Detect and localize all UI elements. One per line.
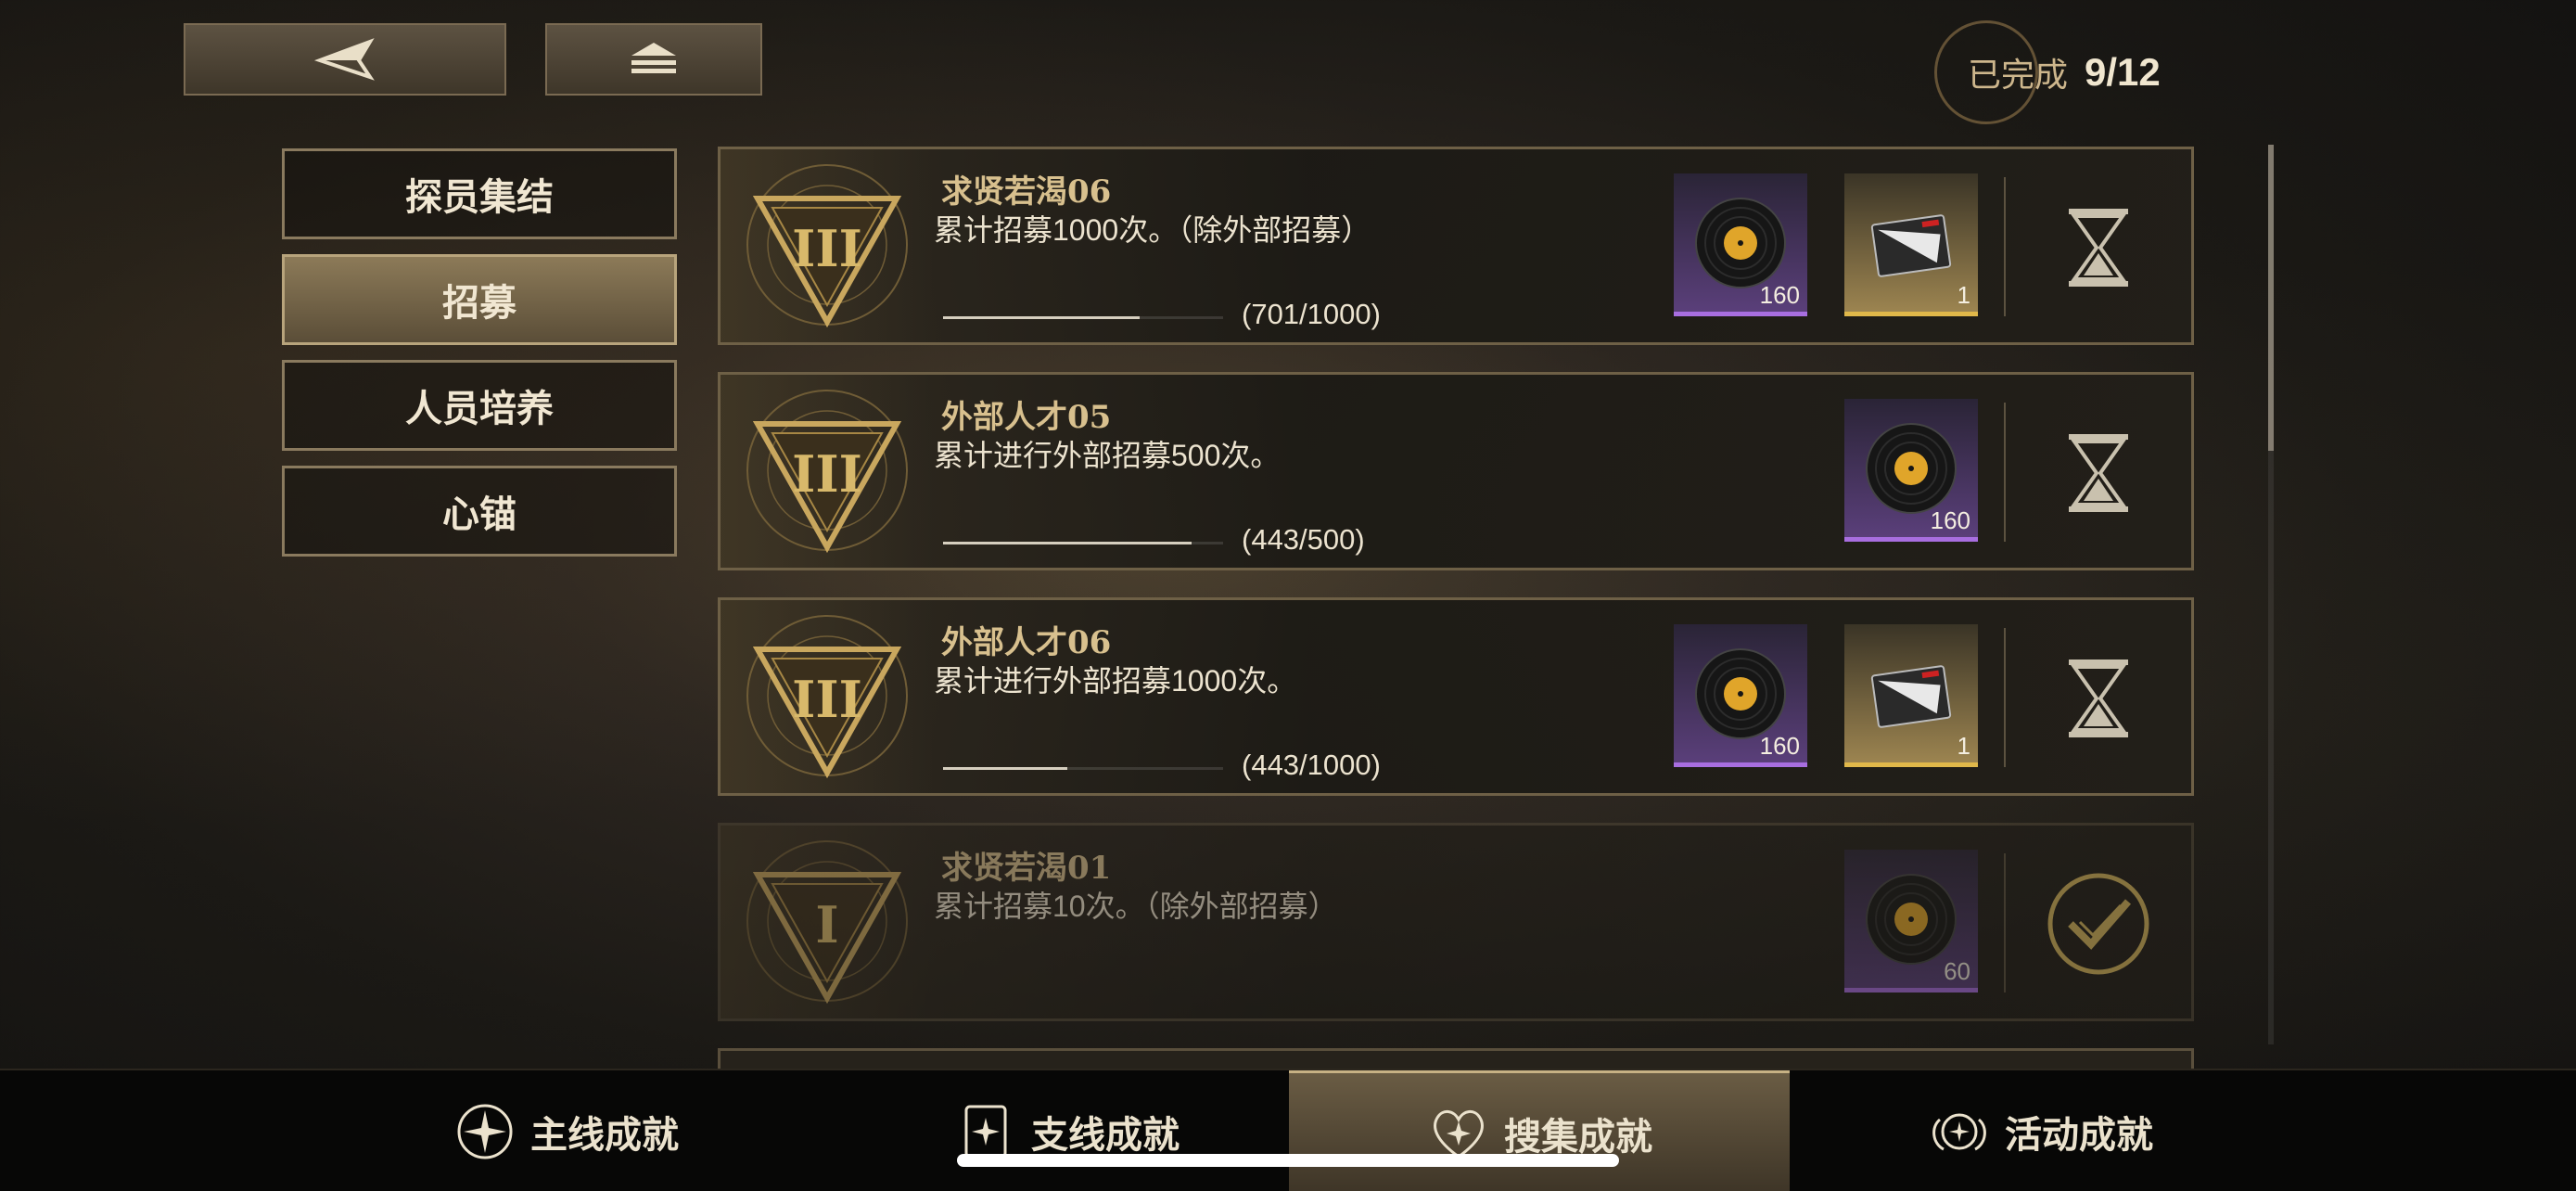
achievement-title: 外部人才06: [941, 624, 1112, 661]
vinyl-record-icon: [1866, 873, 1957, 965]
progress-bar: [943, 316, 1223, 319]
reward-item[interactable]: 160: [1674, 624, 1807, 767]
home-button[interactable]: [545, 23, 762, 96]
achievement-card[interactable]: I 求贤若渴01 累计招募10次。（除外部招募） 60: [718, 823, 2194, 1021]
progress-fill: [943, 542, 1192, 544]
achievement-card[interactable]: III 求贤若渴06 累计招募1000次。（除外部招募） (701/1000) 160 1: [718, 147, 2194, 345]
pending-status: [2034, 183, 2163, 313]
progress-bar: [943, 542, 1223, 544]
progress-bar: [943, 767, 1223, 770]
ticket-card-icon: [1870, 664, 1952, 728]
emblem-panel: III: [721, 149, 934, 342]
progress-count: (443/1000): [1242, 749, 1381, 781]
category-label: 探员集结: [405, 175, 554, 219]
reward-item[interactable]: 60: [1844, 850, 1978, 992]
tab-main-achievements[interactable]: 主线成就: [315, 1070, 816, 1191]
category-recruit[interactable]: 招募: [282, 254, 677, 345]
achievement-description: 累计招募10次。（除外部招募）: [934, 890, 1338, 923]
pending-status: [2034, 408, 2163, 538]
tab-label: 主线成就: [530, 1113, 679, 1157]
hourglass-icon: [2069, 434, 2128, 512]
scrollbar[interactable]: [2268, 145, 2274, 1044]
category-agent-assembly[interactable]: 探员集结: [282, 148, 677, 239]
bottom-nav: 主线成就 支线成就 搜集成就 活动成就: [0, 1069, 2576, 1191]
tier-numeral: III: [792, 670, 862, 729]
progress-count: (701/1000): [1242, 298, 1381, 330]
reward-quantity: 1: [1957, 281, 1970, 309]
pending-status: [2034, 634, 2163, 763]
hourglass-icon: [2069, 209, 2128, 287]
reward-list: 160: [1844, 399, 1978, 542]
reward-item[interactable]: 160: [1674, 173, 1807, 316]
tab-side-achievements[interactable]: 支线成就: [816, 1070, 1317, 1191]
reward-list: 160 1: [1674, 173, 1978, 316]
reward-item[interactable]: 160: [1844, 399, 1978, 542]
reward-item[interactable]: 1: [1844, 173, 1978, 316]
back-button[interactable]: [184, 23, 506, 96]
achievement-card[interactable]: III 外部人才06 累计进行外部招募1000次。 (443/1000) 160 1: [718, 597, 2194, 796]
tier-numeral: I: [815, 895, 838, 954]
tab-label: 搜集成就: [1504, 1114, 1652, 1159]
achievement-title: 求贤若渴06: [941, 173, 1112, 211]
tier-numeral: III: [792, 219, 862, 278]
completion-label: 已完成: [1968, 57, 2069, 95]
back-arrow-icon: [313, 38, 375, 81]
reward-list: 160 1: [1674, 624, 1978, 767]
category-heart-anchor[interactable]: 心锚: [282, 466, 677, 557]
vinyl-record-icon: [1695, 647, 1786, 739]
achievement-description: 累计进行外部招募1000次。: [934, 664, 1297, 698]
card-divider: [2004, 403, 2006, 542]
category-label: 心锚: [442, 493, 516, 536]
progress-fill: [943, 316, 1140, 319]
tab-event-achievements[interactable]: 活动成就: [1790, 1070, 2290, 1191]
tab-label: 活动成就: [2005, 1113, 2153, 1157]
tier-numeral: III: [792, 444, 862, 504]
tab-label: 支线成就: [1031, 1113, 1180, 1157]
reward-quantity: 160: [1759, 732, 1800, 760]
card-divider: [2004, 177, 2006, 316]
achievement-emblem-icon: I: [746, 840, 908, 1005]
achievement-emblem-icon: III: [746, 390, 908, 554]
wing-star-icon: [1932, 1113, 1986, 1151]
achievement-emblem-icon: III: [746, 615, 908, 779]
category-label: 人员培养: [405, 387, 554, 430]
achievement-card-partial: [718, 1048, 2194, 1069]
achievement-title: 外部人才05: [941, 399, 1112, 436]
progress-count: (443/500): [1242, 523, 1365, 556]
emblem-panel: III: [721, 600, 934, 793]
reward-item[interactable]: 1: [1844, 624, 1978, 767]
card-divider: [2004, 628, 2006, 767]
reward-quantity: 160: [1759, 281, 1800, 309]
vinyl-record-icon: [1695, 197, 1786, 288]
scrollbar-thumb[interactable]: [2268, 145, 2274, 451]
reward-list: 60: [1844, 850, 1978, 992]
category-personnel-training[interactable]: 人员培养: [282, 360, 677, 451]
card-divider: [2004, 853, 2006, 992]
progress-fill: [943, 767, 1067, 770]
achievement-description: 累计招募1000次。（除外部招募）: [934, 213, 1371, 247]
achievement-emblem-icon: III: [746, 164, 908, 328]
vinyl-record-icon: [1866, 422, 1957, 514]
achievement-card[interactable]: III 外部人才05 累计进行外部招募500次。 (443/500) 160: [718, 372, 2194, 570]
achievement-title: 求贤若渴01: [941, 850, 1112, 887]
reward-quantity: 160: [1930, 506, 1970, 534]
completion-counter: 已完成 9/12: [1934, 20, 2175, 124]
ticket-card-icon: [1870, 213, 1952, 277]
compass-star-icon: [457, 1104, 513, 1159]
claim-status-button[interactable]: [2034, 859, 2163, 989]
emblem-panel: III: [721, 375, 934, 568]
checkmark-circle-icon: [2047, 873, 2149, 975]
tab-collection-achievements[interactable]: 搜集成就: [1289, 1070, 1790, 1191]
category-label: 招募: [442, 281, 516, 325]
reward-quantity: 1: [1957, 732, 1970, 760]
emblem-panel: I: [721, 826, 934, 1018]
completion-value: 9/12: [2085, 50, 2161, 94]
achievement-description: 累计进行外部招募500次。: [934, 439, 1281, 472]
home-stack-icon: [631, 43, 676, 73]
hourglass-icon: [2069, 660, 2128, 737]
home-indicator[interactable]: [957, 1154, 1619, 1167]
reward-quantity: 60: [1944, 957, 1970, 985]
